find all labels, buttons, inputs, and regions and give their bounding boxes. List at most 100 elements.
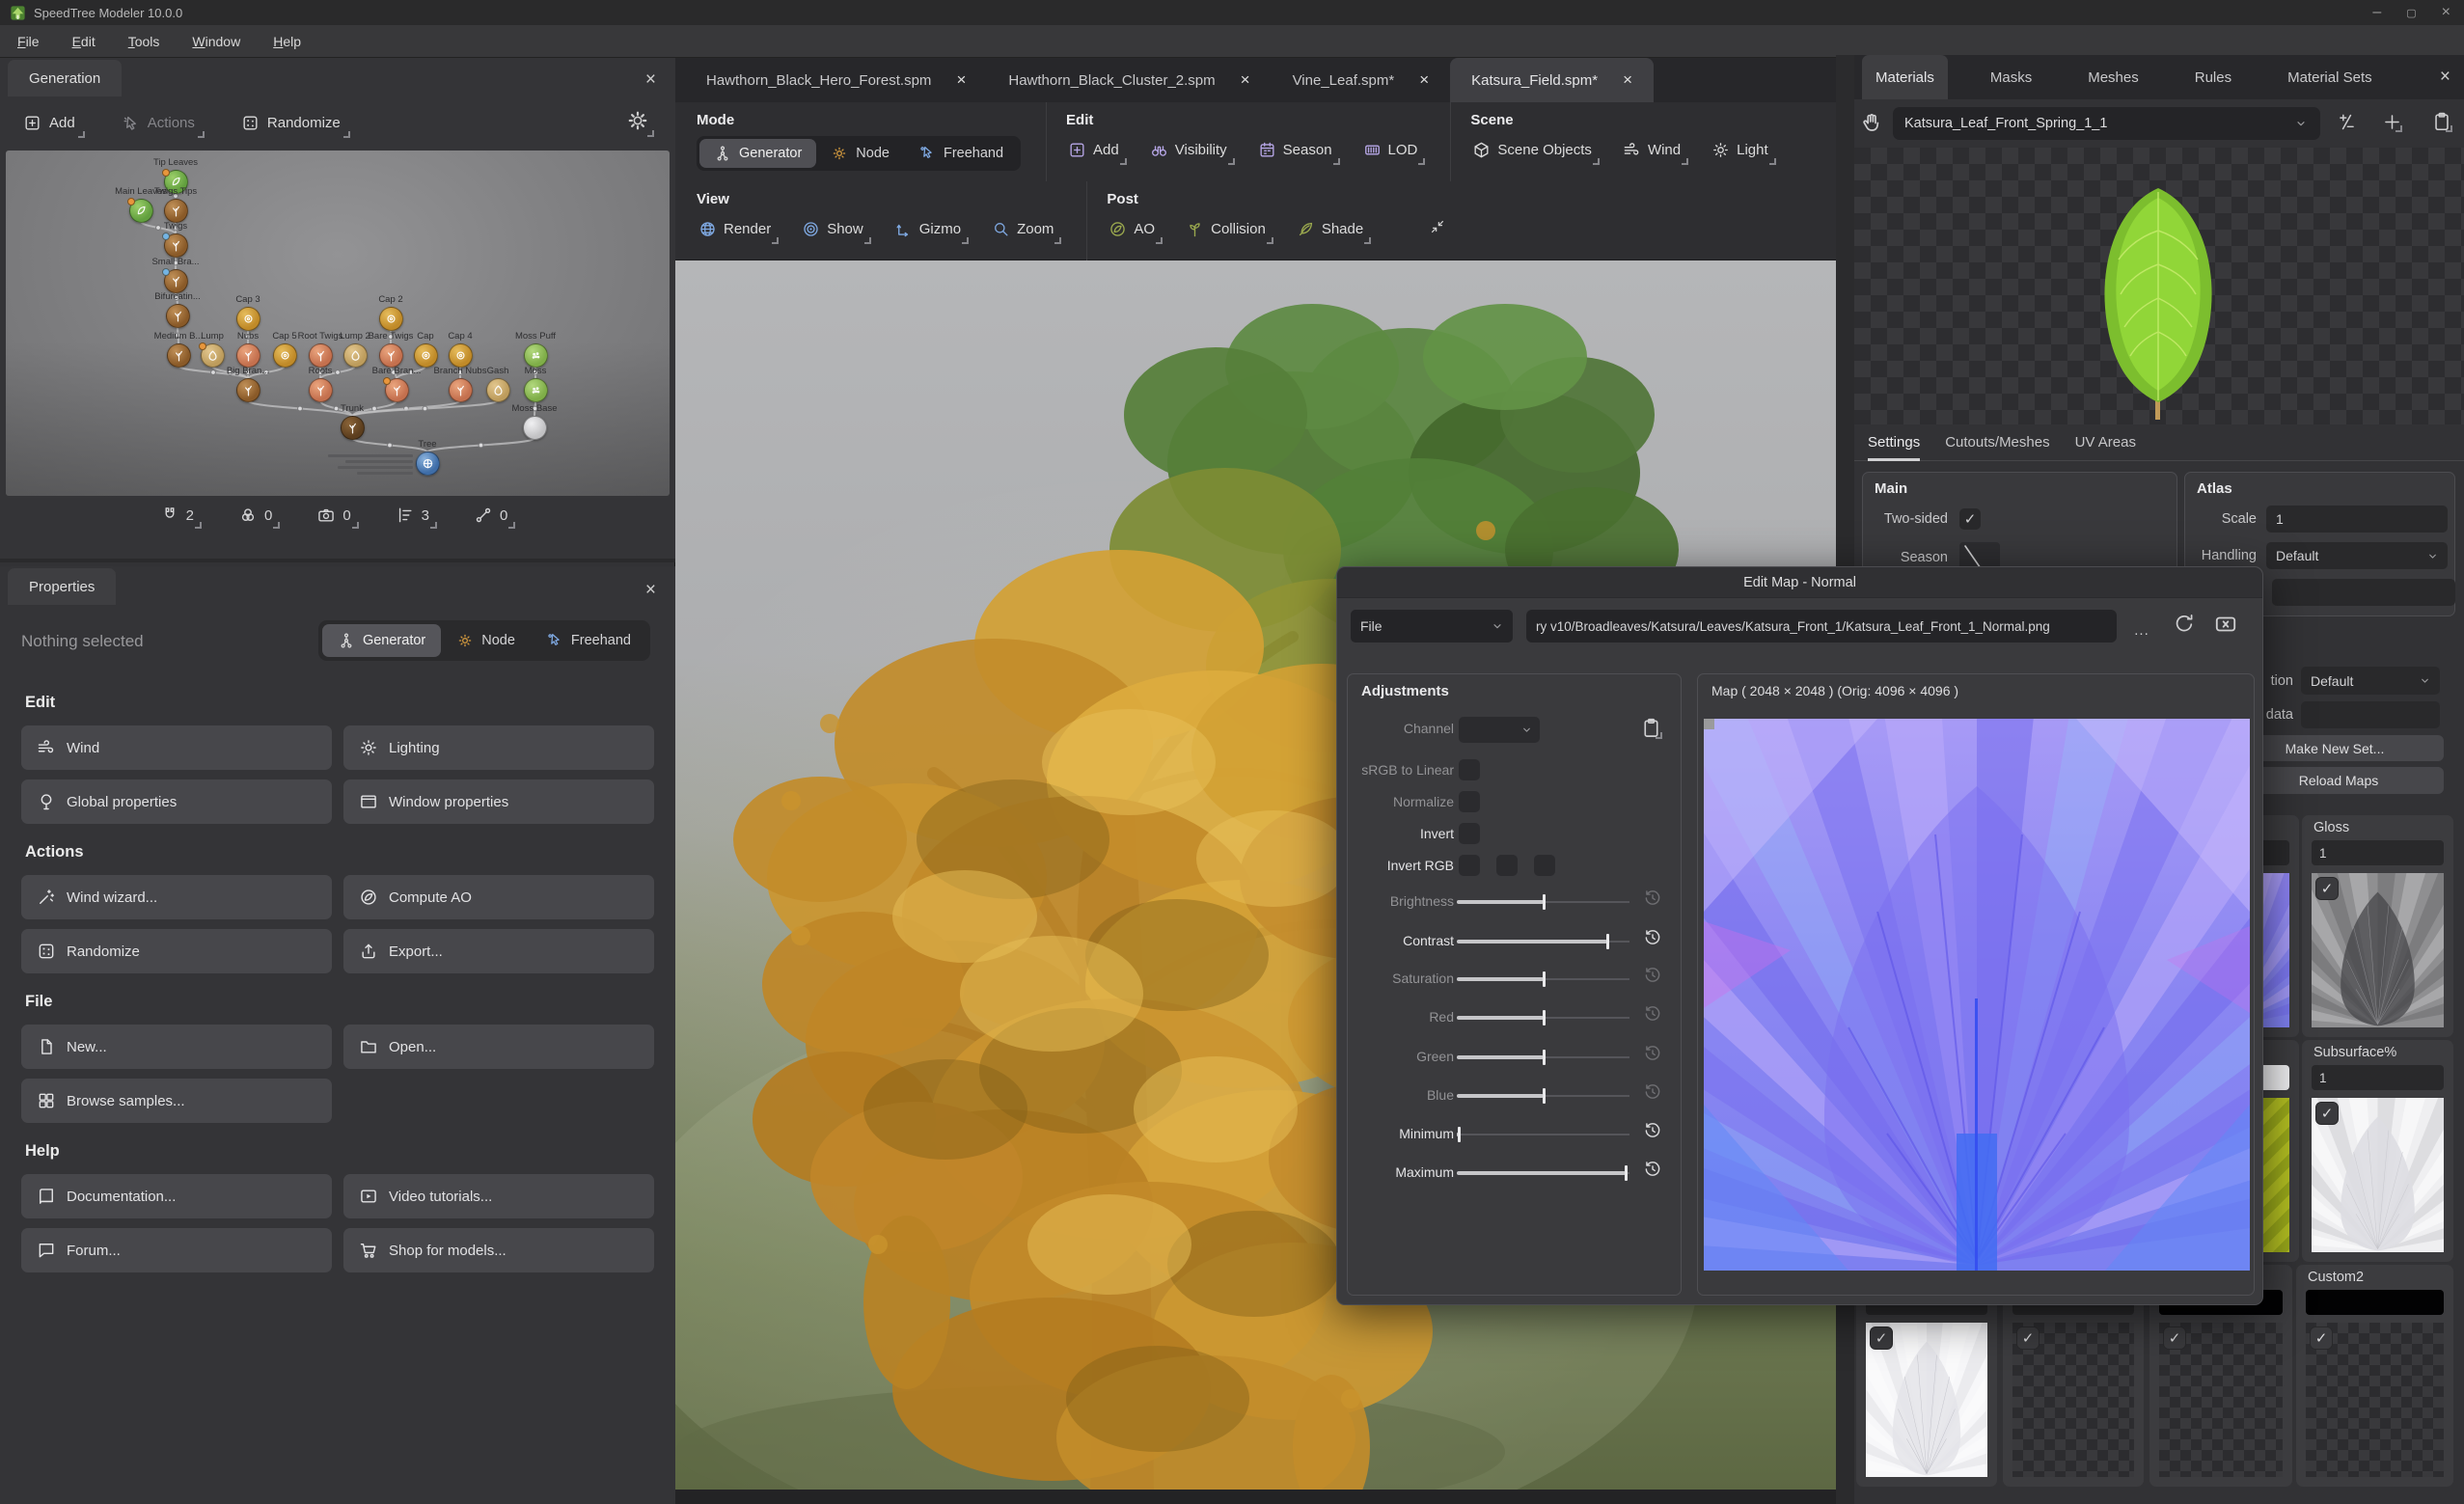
graph-node-small-bra-[interactable] xyxy=(164,269,188,293)
video-tutorials-button[interactable]: Video tutorials... xyxy=(343,1174,654,1218)
lighting-button[interactable]: Lighting xyxy=(343,725,654,770)
graph-node-moss-puff[interactable] xyxy=(524,343,548,368)
properties-panel-tab[interactable]: Properties xyxy=(8,568,116,605)
menu-item-tools[interactable]: Tools xyxy=(128,34,160,49)
season-button[interactable]: Season xyxy=(1256,138,1340,165)
green-slider-handle[interactable] xyxy=(1543,1050,1546,1065)
graph-node-cap[interactable] xyxy=(414,343,438,368)
graph-node-bare-twigs[interactable] xyxy=(379,343,403,368)
wind-button[interactable]: Wind xyxy=(1621,138,1688,165)
add-button[interactable]: Add xyxy=(1066,138,1127,165)
new-button[interactable]: New... xyxy=(21,1025,332,1069)
browse-button[interactable]: ... xyxy=(2128,614,2155,639)
minimize-button[interactable]: – xyxy=(2372,4,2381,21)
graph-node-big-bran-[interactable] xyxy=(236,378,260,402)
shade-button[interactable]: Shade xyxy=(1295,217,1371,244)
mode-generator-button[interactable]: Generator xyxy=(699,139,816,168)
contrast-slider[interactable] xyxy=(1457,940,1629,943)
document-tab[interactable]: Hawthorn_Black_Cluster_2.spm× xyxy=(987,58,1271,102)
properties-mode-generator[interactable]: Generator xyxy=(322,624,441,657)
orientation-select[interactable]: Default xyxy=(2301,667,2440,695)
contrast-slider-handle[interactable] xyxy=(1606,934,1609,949)
gizmo-button[interactable]: Gizmo xyxy=(892,217,969,244)
normalize-checkbox[interactable] xyxy=(1459,791,1480,812)
graph-node-cap-2[interactable] xyxy=(379,307,403,331)
atlas-extra-input[interactable] xyxy=(2272,579,2455,606)
collision-button[interactable]: Collision xyxy=(1184,217,1273,244)
menu-item-edit[interactable]: Edit xyxy=(72,34,96,49)
generation-settings-gear-icon[interactable] xyxy=(625,108,654,137)
edit-material-icon[interactable] xyxy=(2337,112,2357,132)
graph-node-trunk[interactable] xyxy=(341,416,365,440)
paste-material-icon[interactable] xyxy=(2431,111,2452,132)
forum-button[interactable]: Forum... xyxy=(21,1228,332,1272)
properties-mode-node[interactable]: Node xyxy=(441,624,531,657)
materials-tab-meshes[interactable]: Meshes xyxy=(2074,55,2152,99)
close-tab-icon[interactable]: × xyxy=(1419,70,1429,90)
map-value-field[interactable]: 1 xyxy=(2312,840,2444,865)
document-tab[interactable]: Vine_Leaf.spm*× xyxy=(1272,58,1451,102)
stat-camera[interactable]: 0 xyxy=(316,504,358,529)
invert-rgb-checkbox[interactable] xyxy=(1534,855,1555,876)
wind-wizard-button[interactable]: Wind wizard... xyxy=(21,875,332,919)
graph-node-twigs-tips[interactable] xyxy=(164,199,188,223)
document-tab[interactable]: Katsura_Field.spm*× xyxy=(1450,58,1654,102)
randomize-button[interactable]: Randomize xyxy=(239,110,350,138)
map-thumbnail[interactable]: ✓ xyxy=(2312,1098,2444,1252)
map-card-gloss[interactable]: Gloss 1 ✓ xyxy=(2302,815,2453,1037)
dialog-title[interactable]: Edit Map - Normal xyxy=(1337,567,2262,598)
material-preview[interactable] xyxy=(1854,148,2464,424)
close-tab-icon[interactable]: × xyxy=(956,70,966,90)
map-enabled-checkbox[interactable]: ✓ xyxy=(1870,1326,1893,1350)
material-subtab-settings[interactable]: Settings xyxy=(1868,424,1920,461)
map-card-subsurface[interactable]: Subsurface% 1 ✓ xyxy=(2302,1040,2453,1262)
pan-hand-icon[interactable] xyxy=(1860,111,1883,134)
graph-node-moss-base[interactable] xyxy=(523,416,547,440)
randomize-button[interactable]: Randomize xyxy=(21,929,332,973)
maximum-slider[interactable] xyxy=(1457,1171,1629,1175)
wind-button[interactable]: Wind xyxy=(21,725,332,770)
collapse-toolbar-icon[interactable] xyxy=(1429,218,1446,260)
red-slider[interactable] xyxy=(1457,1016,1629,1020)
channel-select[interactable] xyxy=(1459,717,1540,743)
stat-magnet[interactable]: 2 xyxy=(160,504,202,529)
reload-map-icon[interactable] xyxy=(2173,612,2196,635)
material-subtab-cutouts-meshes[interactable]: Cutouts/Meshes xyxy=(1945,424,2049,461)
documentation-button[interactable]: Documentation... xyxy=(21,1174,332,1218)
export-button[interactable]: Export... xyxy=(343,929,654,973)
light-button[interactable]: Light xyxy=(1710,138,1776,165)
graph-node-cap-3[interactable] xyxy=(236,307,260,331)
lod-button[interactable]: LOD xyxy=(1361,138,1426,165)
add-material-icon[interactable] xyxy=(2382,112,2402,132)
saturation-slider-handle[interactable] xyxy=(1543,971,1546,987)
menu-item-window[interactable]: Window xyxy=(192,34,240,49)
clear-map-icon[interactable] xyxy=(2213,612,2238,637)
graph-node-lump[interactable] xyxy=(201,343,225,368)
map-value-field[interactable] xyxy=(2306,1290,2444,1315)
graph-node-nubs[interactable] xyxy=(236,343,260,368)
normal-map-preview[interactable] xyxy=(1704,719,2250,1271)
window-properties-button[interactable]: Window properties xyxy=(343,779,654,824)
stat-color-groups[interactable]: 0 xyxy=(238,504,280,529)
add-node-button[interactable]: Add xyxy=(21,110,85,138)
two-sided-checkbox[interactable]: ✓ xyxy=(1959,508,1981,530)
visibility-button[interactable]: Visibility xyxy=(1148,138,1235,165)
edit-map-dialog[interactable]: Edit Map - Normal File ry v10/Broadleave… xyxy=(1336,566,2263,1305)
graph-node-branch-nubs[interactable] xyxy=(449,378,473,402)
materials-close-icon[interactable]: × xyxy=(2440,67,2450,88)
mode-node-button[interactable]: Node xyxy=(816,139,904,168)
generation-panel-tab[interactable]: Generation xyxy=(8,60,122,96)
reload-maps-button[interactable]: Reload Maps xyxy=(2233,767,2444,794)
maximize-button[interactable]: ▢ xyxy=(2406,7,2416,19)
stat-connections[interactable]: 0 xyxy=(474,504,515,529)
brightness-reset-icon[interactable] xyxy=(1643,889,1662,908)
user-data-input[interactable] xyxy=(2301,701,2440,728)
graph-node-bifurcatin-[interactable] xyxy=(166,304,190,328)
graph-node-tree[interactable] xyxy=(416,451,440,476)
material-subtab-uv-areas[interactable]: UV Areas xyxy=(2075,424,2136,461)
graph-node-main-leaves[interactable] xyxy=(129,199,153,223)
close-tab-icon[interactable]: × xyxy=(1241,70,1250,90)
handling-select[interactable]: Default xyxy=(2266,542,2448,569)
map-thumbnail[interactable]: ✓ xyxy=(2312,873,2444,1027)
map-enabled-checkbox[interactable]: ✓ xyxy=(2315,1102,2339,1125)
